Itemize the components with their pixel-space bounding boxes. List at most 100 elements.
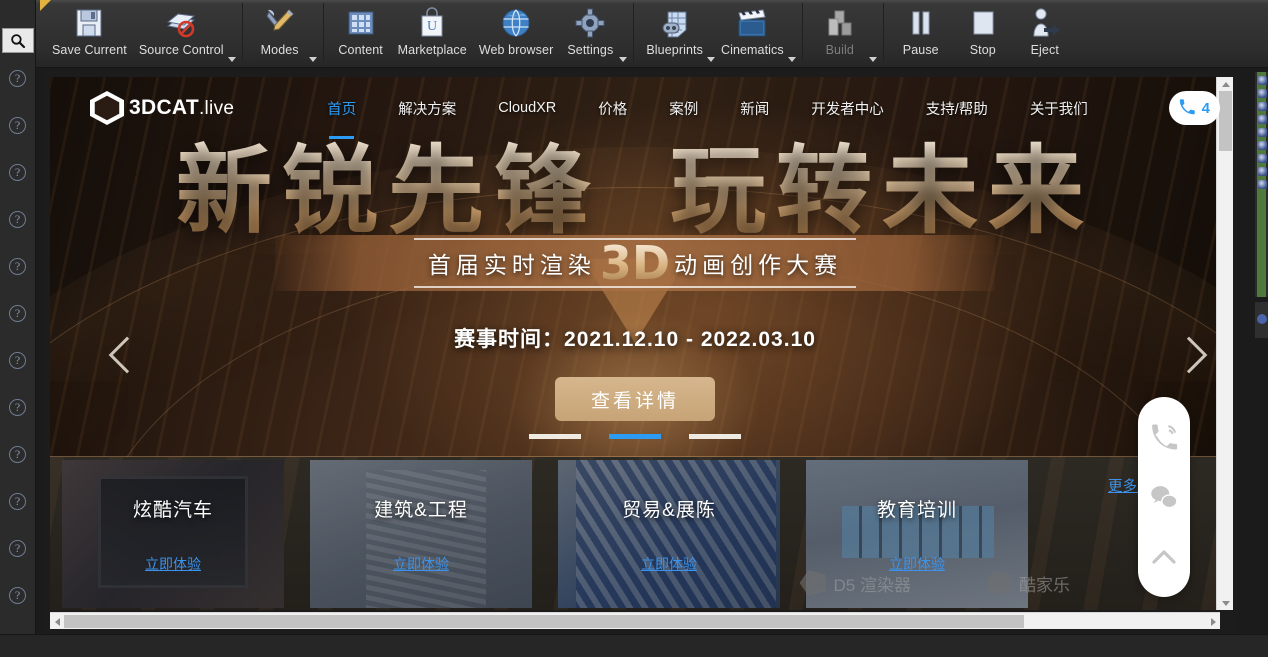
toolbar-item-wrapper: Content (330, 0, 392, 62)
chevron-down-icon[interactable] (309, 29, 317, 62)
panel-item-icon (1258, 102, 1267, 111)
partner-mark-icon (985, 570, 1011, 596)
phone-icon[interactable] (1149, 422, 1179, 452)
help-icon[interactable]: ? (9, 493, 26, 510)
toolbar-button-build: Build (809, 0, 871, 62)
help-icon[interactable]: ? (9, 540, 26, 557)
toolbar-button-settings[interactable]: Settings (559, 0, 621, 62)
search-icon[interactable] (2, 28, 34, 53)
scroll-down-arrow-icon[interactable] (1217, 596, 1234, 610)
chevron-right-icon[interactable] (1168, 327, 1210, 383)
phone-icon (1177, 98, 1197, 118)
toolbar-button-label: Modes (261, 43, 299, 57)
help-icon[interactable]: ? (9, 164, 26, 181)
web-page: 3DCAT.live 首页 解决方案 CloudXR 价格 案例 新闻 开发者中心 支持/帮助… (50, 77, 1220, 610)
card-title: 贸易&展陈 (622, 495, 716, 522)
toolbar-button-stop[interactable]: Stop (952, 0, 1014, 62)
toolbar-button-pause[interactable]: Pause (890, 0, 952, 62)
horizontal-scrollbar[interactable] (50, 612, 1220, 629)
toolbar-button-marketplace[interactable]: UMarketplace (392, 0, 473, 62)
carousel-indicator-3[interactable] (689, 434, 741, 439)
hero-headline-left: 新锐先锋 (176, 135, 600, 247)
toolbar-item-wrapper: Modes (249, 0, 317, 62)
chevron-down-icon[interactable] (228, 29, 236, 62)
nav-item-8[interactable]: 关于我们 (1030, 98, 1088, 119)
use-case-cards-section: 炫酷汽车立即体验建筑&工程立即体验贸易&展陈立即体验教育培训立即体验 更多案例 … (50, 457, 1220, 610)
toolbar-button-label: Save Current (52, 43, 127, 57)
partner-name: D5 渲染器 (834, 571, 911, 596)
logo-text: 3DCAT.live (129, 96, 234, 120)
help-icon[interactable]: ? (9, 70, 26, 87)
logo-suffix: .live (199, 98, 234, 119)
panel-item-icon (1258, 141, 1267, 150)
toolbar-group: Content UMarketplaceWeb browserSettings (324, 0, 634, 68)
toolbar-button-modes[interactable]: Modes (249, 0, 311, 62)
ribbon-3d-badge: 3D (600, 236, 670, 290)
horizontal-scroll-thumb[interactable] (64, 615, 1024, 628)
toolbar-group: Modes (243, 0, 323, 68)
scroll-to-top-icon[interactable] (1149, 542, 1179, 572)
nav-item-1[interactable]: 解决方案 (398, 98, 456, 119)
toolbar-button-blueprints[interactable]: Blueprints (640, 0, 709, 62)
help-icon[interactable]: ? (9, 352, 26, 369)
toolbar-group: Pause StopEject (884, 0, 1082, 68)
nav-item-2[interactable]: CloudXR (498, 100, 556, 116)
toolbar-item-wrapper: Eject (1014, 0, 1076, 62)
navbar-phone-badge[interactable]: 4 (1169, 91, 1220, 125)
card-title: 建筑&工程 (374, 495, 468, 522)
carousel-indicator-2[interactable] (609, 434, 661, 439)
toolbar-button-save-current[interactable]: Save Current (46, 0, 133, 62)
logo-brand: 3DCAT (129, 96, 199, 119)
panel-item-icon (1258, 154, 1267, 163)
nav-links: 首页 解决方案 CloudXR 价格 案例 新闻 开发者中心 支持/帮助 关于我们 (306, 98, 1109, 119)
toolbar-button-web-browser[interactable]: Web browser (473, 0, 560, 62)
toolbar-item-wrapper: Blueprints (640, 0, 715, 62)
toolbar-button-content[interactable]: Content (330, 0, 392, 62)
nav-item-0[interactable]: 首页 (327, 98, 356, 119)
toolbar-group: Save Current Source Control (40, 0, 242, 68)
hero-cta-button[interactable]: 查看详情 (555, 377, 715, 421)
editor-left-strip: ???????????? (0, 0, 36, 657)
hero-date-line: 赛事时间：2021.12.10 - 2022.03.10 (50, 323, 1220, 353)
site-logo[interactable]: 3DCAT.live (90, 91, 234, 125)
scroll-left-arrow-icon[interactable] (50, 613, 64, 630)
chevron-left-icon[interactable] (106, 327, 148, 383)
scroll-right-arrow-icon[interactable] (1206, 613, 1220, 630)
gear-icon (573, 5, 607, 41)
nav-item-7[interactable]: 支持/帮助 (926, 98, 988, 119)
chevron-down-icon[interactable] (707, 29, 715, 62)
help-icon[interactable]: ? (9, 305, 26, 322)
nav-item-5[interactable]: 新闻 (740, 98, 769, 119)
help-icon[interactable]: ? (9, 211, 26, 228)
nav-item-6[interactable]: 开发者中心 (811, 98, 884, 119)
nav-item-4[interactable]: 案例 (669, 98, 698, 119)
chevron-down-icon[interactable] (619, 29, 627, 62)
floppy-disk-icon (72, 5, 106, 41)
partner-logos: D5 渲染器酷家乐 (50, 570, 1220, 596)
site-navbar: 3DCAT.live 首页 解决方案 CloudXR 价格 案例 新闻 开发者中心 支持/帮助… (50, 77, 1220, 139)
wechat-icon[interactable] (1149, 482, 1179, 512)
toolbar-button-eject[interactable]: Eject (1014, 0, 1076, 62)
toolbar-button-cinematics[interactable]: Cinematics (715, 0, 790, 62)
toolbar-item-wrapper: UMarketplace (392, 0, 473, 62)
help-icon[interactable]: ? (9, 587, 26, 604)
editor-status-bar (0, 634, 1268, 657)
toolbar-button-source-control[interactable]: Source Control (133, 0, 230, 62)
help-icon[interactable]: ? (9, 446, 26, 463)
toolbar-button-label: Source Control (139, 43, 224, 57)
carousel-indicator-1[interactable] (529, 434, 581, 439)
panel-item-icon (1258, 89, 1267, 98)
panel-item-icon (1258, 128, 1267, 137)
toolbar-button-label: Content (338, 43, 382, 57)
help-icon[interactable]: ? (9, 117, 26, 134)
nav-item-3[interactable]: 价格 (598, 98, 627, 119)
help-icon[interactable]: ? (9, 258, 26, 275)
chevron-down-icon[interactable] (788, 29, 796, 62)
help-icon[interactable]: ? (9, 399, 26, 416)
vertical-scroll-thumb[interactable] (1219, 91, 1232, 151)
toolbar-group: BlueprintsCinematics (634, 0, 801, 68)
toolbar-button-label: Pause (903, 43, 939, 57)
toolbar-item-wrapper: Build (809, 0, 877, 62)
source-control-icon (164, 5, 198, 41)
chevron-down-icon[interactable] (869, 29, 877, 62)
